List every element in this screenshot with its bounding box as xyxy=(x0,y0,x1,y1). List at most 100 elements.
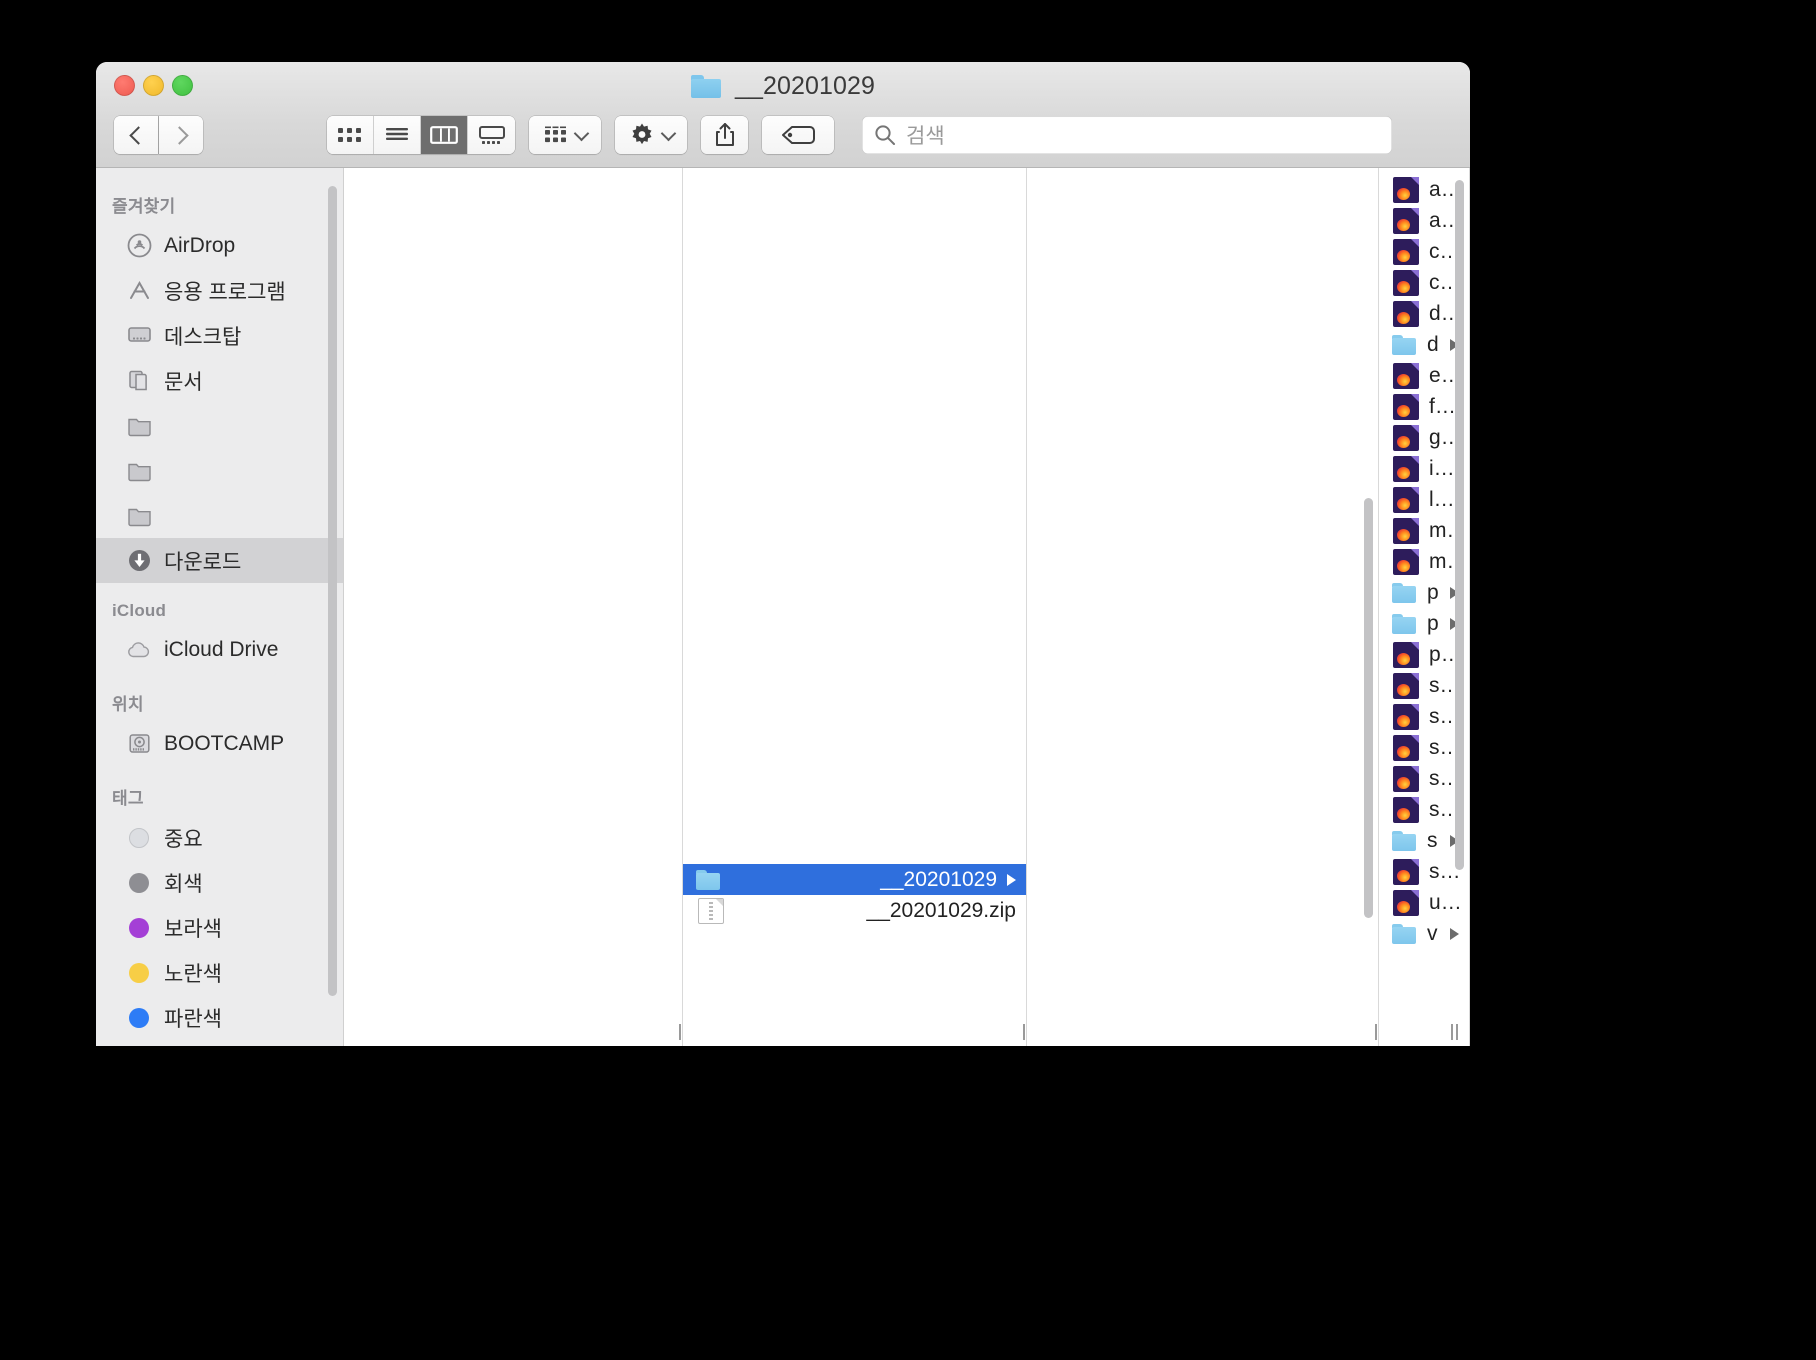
view-mode-segmented-control xyxy=(327,116,515,154)
arrange-icon xyxy=(544,126,566,143)
sidebar-item-tag-orange[interactable]: 주황색 xyxy=(96,1040,343,1046)
column-view-button[interactable] xyxy=(421,116,468,154)
forward-button[interactable] xyxy=(159,116,203,154)
sidebar-item-tag-blue[interactable]: 파란색 xyxy=(96,995,343,1040)
sidebar-item-folder-1[interactable] xyxy=(96,403,343,448)
json-file-icon xyxy=(1393,796,1419,823)
harddisk-icon xyxy=(126,731,152,757)
maximize-button[interactable] xyxy=(172,75,193,96)
column-4[interactable]: account_history.json autofill.json comme… xyxy=(1379,168,1470,1046)
airdrop-icon xyxy=(126,233,152,259)
sidebar-section-locations-title: 위치 xyxy=(112,695,144,714)
folder-icon xyxy=(695,866,721,894)
tag-dot-icon xyxy=(126,1005,152,1031)
sidebar-item-label: iCloud Drive xyxy=(164,637,279,661)
column-3-resize-grip[interactable] xyxy=(1371,1024,1378,1040)
list-item-label: stories xyxy=(1427,828,1440,852)
json-file-icon xyxy=(1393,517,1419,544)
column-1[interactable] xyxy=(344,168,683,1046)
sidebar-item-folder-2[interactable] xyxy=(96,448,343,493)
json-file-icon xyxy=(1393,858,1419,885)
list-item-label: profile xyxy=(1427,611,1440,635)
folder-icon xyxy=(1391,579,1417,607)
search-field[interactable]: 검색 xyxy=(862,116,1392,154)
finder-window: __20201029 검색 즐겨찾기 AirDrop 응용 프로그램 데스크탑 … xyxy=(96,62,1470,1046)
tag-dot-icon xyxy=(126,870,152,896)
icon-view-button[interactable] xyxy=(327,116,374,154)
tag-icon xyxy=(782,126,815,144)
list-item[interactable]: videos xyxy=(1379,918,1469,949)
sidebar-item-airdrop[interactable]: AirDrop xyxy=(96,223,343,268)
sidebar-item-documents[interactable]: 문서 xyxy=(96,358,343,403)
close-button[interactable] xyxy=(114,75,135,96)
search-input[interactable]: 검색 xyxy=(906,120,945,150)
chevron-down-icon xyxy=(573,125,589,141)
sidebar-item-label: 중요 xyxy=(164,827,203,851)
gallery-view-button[interactable] xyxy=(468,116,515,154)
back-button[interactable] xyxy=(114,116,158,154)
column-1-resize-grip[interactable] xyxy=(675,1024,682,1040)
column-3[interactable] xyxy=(1027,168,1379,1046)
column-3-scrollbar[interactable] xyxy=(1364,498,1373,918)
list-item[interactable]: __20201029.zip xyxy=(683,895,1026,926)
share-button[interactable] xyxy=(701,116,748,154)
column-2-resize-grip[interactable] xyxy=(1019,1024,1026,1040)
minimize-button[interactable] xyxy=(143,75,164,96)
sidebar-item-folder-3[interactable] xyxy=(96,493,343,538)
folder-icon xyxy=(1391,331,1417,359)
sidebar-item-desktop[interactable]: 데스크탑 xyxy=(96,313,343,358)
columns-icon xyxy=(430,126,458,144)
applications-icon xyxy=(126,278,152,304)
folder-icon xyxy=(1391,827,1417,855)
json-file-icon xyxy=(1393,703,1419,730)
list-item-label: __20201029 xyxy=(880,867,997,891)
tag-dot-icon xyxy=(126,825,152,851)
window-title-text: __20201029 xyxy=(734,72,876,100)
sidebar-item-tag-purple[interactable]: 보라색 xyxy=(96,905,343,950)
column-4-scrollbar[interactable] xyxy=(1455,180,1464,870)
column-2-list: __20201029 __20201029.zip xyxy=(683,168,1026,926)
arrange-button[interactable] xyxy=(529,116,601,154)
json-file-icon xyxy=(1393,641,1419,668)
chevron-right-icon xyxy=(1450,927,1459,940)
list-item[interactable]: uploaded_contacts.json xyxy=(1379,887,1469,918)
sidebar-item-applications[interactable]: 응용 프로그램 xyxy=(96,268,343,313)
sidebar-item-bootcamp[interactable]: BOOTCAMP xyxy=(96,721,343,766)
json-file-icon xyxy=(1393,424,1419,451)
sidebar-scrollbar[interactable] xyxy=(328,186,337,996)
action-menu-button[interactable] xyxy=(615,116,687,154)
list-view-button[interactable] xyxy=(374,116,421,154)
sidebar-item-tag-important[interactable]: 중요 xyxy=(96,815,343,860)
tags-button[interactable] xyxy=(762,116,834,154)
column-2[interactable]: __20201029 __20201029.zip xyxy=(683,168,1027,1046)
zip-icon xyxy=(698,897,724,924)
list-item-label: videos xyxy=(1427,921,1440,945)
column-4-resize-grip[interactable] xyxy=(1447,1024,1461,1040)
json-file-icon xyxy=(1393,548,1419,575)
sidebar-item-downloads[interactable]: 다운로드 xyxy=(96,538,343,583)
json-file-icon xyxy=(1393,238,1419,265)
share-icon xyxy=(715,123,734,146)
json-file-icon xyxy=(1393,765,1419,792)
list-item[interactable]: __20201029 xyxy=(683,864,1026,895)
sidebar-separator xyxy=(96,766,343,774)
sidebar-section-favorites-title: 즐겨찾기 xyxy=(112,197,176,216)
sidebar-item-tag-gray[interactable]: 회색 xyxy=(96,860,343,905)
finder-body: 즐겨찾기 AirDrop 응용 프로그램 데스크탑 문서 다운로드 iCloud… xyxy=(96,168,1470,1046)
finder-sidebar: 즐겨찾기 AirDrop 응용 프로그램 데스크탑 문서 다운로드 iCloud… xyxy=(96,168,344,1046)
sidebar-item-label: 데스크탑 xyxy=(164,325,242,349)
sidebar-section-icloud-title: iCloud xyxy=(112,601,167,620)
sidebar-item-icloud-drive[interactable]: iCloud Drive xyxy=(96,627,343,672)
list-item-label: uploaded_contacts.json xyxy=(1429,890,1459,914)
json-file-icon xyxy=(1393,176,1419,203)
navigation-buttons xyxy=(114,116,203,154)
folder-icon xyxy=(690,75,721,98)
column-view: __20201029 __20201029.zip ac aut co co d… xyxy=(344,168,1470,1046)
gear-icon xyxy=(632,123,651,145)
folder-icon xyxy=(126,458,152,484)
sidebar-item-tag-yellow[interactable]: 노란색 xyxy=(96,950,343,995)
list-icon xyxy=(386,128,408,140)
sidebar-item-label: 회색 xyxy=(164,872,203,896)
window-titlebar: __20201029 검색 xyxy=(96,62,1470,168)
folder-icon xyxy=(126,413,152,439)
